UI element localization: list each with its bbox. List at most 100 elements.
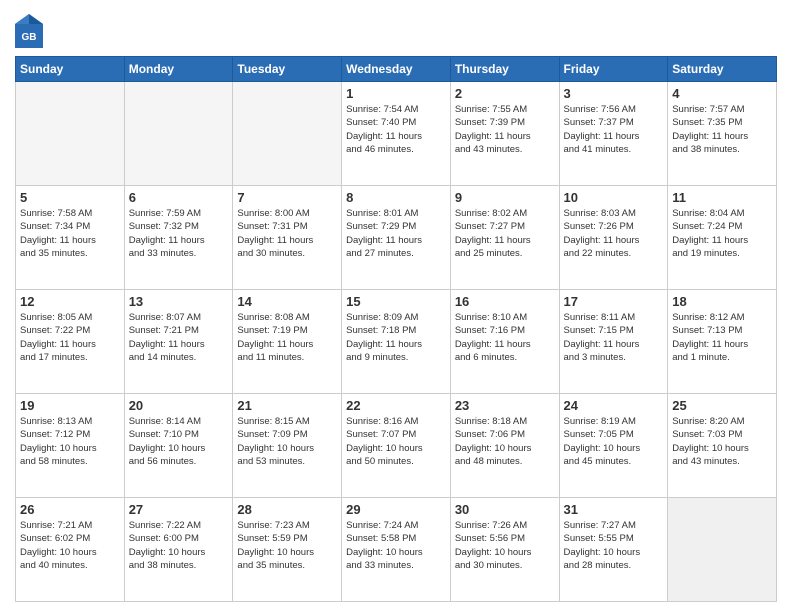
- day-cell: 22 Sunrise: 8:16 AM Sunset: 7:07 PM Dayli…: [342, 394, 451, 498]
- day-cell: 30 Sunrise: 7:26 AM Sunset: 5:56 PM Dayli…: [450, 498, 559, 602]
- day-info: Sunrise: 8:00 AM Sunset: 7:31 PM Dayligh…: [237, 207, 337, 260]
- day-number: 16: [455, 294, 555, 309]
- day-cell: 20Sunrise: 8:14 AM Sunset: 7:10 PM Dayli…: [124, 394, 233, 498]
- day-info: Sunrise: 7:22 AM Sunset: 6:00 PM Dayligh…: [129, 519, 229, 572]
- day-info: Sunrise: 8:15 AM Sunset: 7:09 PM Dayligh…: [237, 415, 337, 468]
- day-cell: 23 Sunrise: 8:18 AM Sunset: 7:06 PM Dayli…: [450, 394, 559, 498]
- weekday-header-row: SundayMondayTuesdayWednesdayThursdayFrid…: [16, 57, 777, 82]
- day-info: Sunrise: 8:05 AM Sunset: 7:22 PM Dayligh…: [20, 311, 120, 364]
- day-number: 17: [564, 294, 664, 309]
- day-info: Sunrise: 8:18 AM Sunset: 7:06 PM Dayligh…: [455, 415, 555, 468]
- week-row-2: 5 Sunrise: 7:58 AM Sunset: 7:34 PM Daylig…: [16, 186, 777, 290]
- weekday-header-tuesday: Tuesday: [233, 57, 342, 82]
- day-number: 8: [346, 190, 446, 205]
- day-number: 6: [129, 190, 229, 205]
- day-number: 30: [455, 502, 555, 517]
- day-cell: 3 Sunrise: 7:56 AM Sunset: 7:37 PM Daylig…: [559, 82, 668, 186]
- logo: GB: [15, 14, 43, 48]
- day-info: Sunrise: 7:56 AM Sunset: 7:37 PM Dayligh…: [564, 103, 664, 156]
- week-row-1: 1Sunrise: 7:54 AM Sunset: 7:40 PM Daylig…: [16, 82, 777, 186]
- day-cell: 27 Sunrise: 7:22 AM Sunset: 6:00 PM Dayli…: [124, 498, 233, 602]
- day-cell: 13Sunrise: 8:07 AM Sunset: 7:21 PM Dayli…: [124, 290, 233, 394]
- day-number: 14: [237, 294, 337, 309]
- day-info: Sunrise: 8:09 AM Sunset: 7:18 PM Dayligh…: [346, 311, 446, 364]
- day-info: Sunrise: 8:10 AM Sunset: 7:16 PM Dayligh…: [455, 311, 555, 364]
- day-number: 7: [237, 190, 337, 205]
- day-number: 26: [20, 502, 120, 517]
- day-number: 4: [672, 86, 772, 101]
- day-cell: 18Sunrise: 8:12 AM Sunset: 7:13 PM Dayli…: [668, 290, 777, 394]
- day-cell: 8 Sunrise: 8:01 AM Sunset: 7:29 PM Daylig…: [342, 186, 451, 290]
- day-cell: 2Sunrise: 7:55 AM Sunset: 7:39 PM Daylig…: [450, 82, 559, 186]
- day-cell: 21 Sunrise: 8:15 AM Sunset: 7:09 PM Dayli…: [233, 394, 342, 498]
- day-number: 5: [20, 190, 120, 205]
- day-cell: 9 Sunrise: 8:02 AM Sunset: 7:27 PM Daylig…: [450, 186, 559, 290]
- day-cell: 25 Sunrise: 8:20 AM Sunset: 7:03 PM Dayli…: [668, 394, 777, 498]
- day-info: Sunrise: 7:57 AM Sunset: 7:35 PM Dayligh…: [672, 103, 772, 156]
- day-cell: 26 Sunrise: 7:21 AM Sunset: 6:02 PM Dayli…: [16, 498, 125, 602]
- day-number: 2: [455, 86, 555, 101]
- day-number: 23: [455, 398, 555, 413]
- day-cell: 14 Sunrise: 8:08 AM Sunset: 7:19 PM Dayli…: [233, 290, 342, 394]
- day-number: 10: [564, 190, 664, 205]
- day-number: 13: [129, 294, 229, 309]
- day-info: Sunrise: 8:12 AM Sunset: 7:13 PM Dayligh…: [672, 311, 772, 364]
- day-info: Sunrise: 7:26 AM Sunset: 5:56 PM Dayligh…: [455, 519, 555, 572]
- day-number: 1: [346, 86, 446, 101]
- day-number: 21: [237, 398, 337, 413]
- day-cell: 17 Sunrise: 8:11 AM Sunset: 7:15 PM Dayli…: [559, 290, 668, 394]
- day-cell: 29Sunrise: 7:24 AM Sunset: 5:58 PM Dayli…: [342, 498, 451, 602]
- week-row-3: 12 Sunrise: 8:05 AM Sunset: 7:22 PM Dayli…: [16, 290, 777, 394]
- day-cell: [668, 498, 777, 602]
- day-info: Sunrise: 8:16 AM Sunset: 7:07 PM Dayligh…: [346, 415, 446, 468]
- day-number: 28: [237, 502, 337, 517]
- day-cell: 24 Sunrise: 8:19 AM Sunset: 7:05 PM Dayli…: [559, 394, 668, 498]
- day-info: Sunrise: 7:58 AM Sunset: 7:34 PM Dayligh…: [20, 207, 120, 260]
- day-cell: 12 Sunrise: 8:05 AM Sunset: 7:22 PM Dayli…: [16, 290, 125, 394]
- header: GB: [15, 10, 777, 48]
- day-info: Sunrise: 8:19 AM Sunset: 7:05 PM Dayligh…: [564, 415, 664, 468]
- day-info: Sunrise: 7:23 AM Sunset: 5:59 PM Dayligh…: [237, 519, 337, 572]
- svg-text:GB: GB: [22, 32, 37, 43]
- day-info: Sunrise: 8:11 AM Sunset: 7:15 PM Dayligh…: [564, 311, 664, 364]
- weekday-header-sunday: Sunday: [16, 57, 125, 82]
- day-info: Sunrise: 7:27 AM Sunset: 5:55 PM Dayligh…: [564, 519, 664, 572]
- day-cell: 11Sunrise: 8:04 AM Sunset: 7:24 PM Dayli…: [668, 186, 777, 290]
- page: GB SundayMondayTuesdayWednesdayThursdayF…: [0, 0, 792, 612]
- day-info: Sunrise: 8:13 AM Sunset: 7:12 PM Dayligh…: [20, 415, 120, 468]
- day-cell: [124, 82, 233, 186]
- logo-icon: GB: [15, 14, 43, 48]
- day-cell: [233, 82, 342, 186]
- day-number: 9: [455, 190, 555, 205]
- day-number: 24: [564, 398, 664, 413]
- day-cell: 10 Sunrise: 8:03 AM Sunset: 7:26 PM Dayli…: [559, 186, 668, 290]
- day-cell: 1Sunrise: 7:54 AM Sunset: 7:40 PM Daylig…: [342, 82, 451, 186]
- day-number: 31: [564, 502, 664, 517]
- weekday-header-monday: Monday: [124, 57, 233, 82]
- day-cell: 5 Sunrise: 7:58 AM Sunset: 7:34 PM Daylig…: [16, 186, 125, 290]
- day-cell: [16, 82, 125, 186]
- weekday-header-saturday: Saturday: [668, 57, 777, 82]
- day-number: 12: [20, 294, 120, 309]
- day-info: Sunrise: 8:03 AM Sunset: 7:26 PM Dayligh…: [564, 207, 664, 260]
- day-info: Sunrise: 7:59 AM Sunset: 7:32 PM Dayligh…: [129, 207, 229, 260]
- day-number: 27: [129, 502, 229, 517]
- day-number: 3: [564, 86, 664, 101]
- day-info: Sunrise: 7:21 AM Sunset: 6:02 PM Dayligh…: [20, 519, 120, 572]
- weekday-header-friday: Friday: [559, 57, 668, 82]
- day-info: Sunrise: 8:01 AM Sunset: 7:29 PM Dayligh…: [346, 207, 446, 260]
- day-number: 20: [129, 398, 229, 413]
- calendar: SundayMondayTuesdayWednesdayThursdayFrid…: [15, 56, 777, 602]
- day-info: Sunrise: 8:20 AM Sunset: 7:03 PM Dayligh…: [672, 415, 772, 468]
- day-number: 29: [346, 502, 446, 517]
- week-row-4: 19Sunrise: 8:13 AM Sunset: 7:12 PM Dayli…: [16, 394, 777, 498]
- day-number: 22: [346, 398, 446, 413]
- day-info: Sunrise: 8:08 AM Sunset: 7:19 PM Dayligh…: [237, 311, 337, 364]
- day-cell: 16 Sunrise: 8:10 AM Sunset: 7:16 PM Dayli…: [450, 290, 559, 394]
- day-number: 25: [672, 398, 772, 413]
- day-cell: 15Sunrise: 8:09 AM Sunset: 7:18 PM Dayli…: [342, 290, 451, 394]
- day-cell: 19Sunrise: 8:13 AM Sunset: 7:12 PM Dayli…: [16, 394, 125, 498]
- day-cell: 28 Sunrise: 7:23 AM Sunset: 5:59 PM Dayli…: [233, 498, 342, 602]
- day-info: Sunrise: 8:04 AM Sunset: 7:24 PM Dayligh…: [672, 207, 772, 260]
- day-info: Sunrise: 8:02 AM Sunset: 7:27 PM Dayligh…: [455, 207, 555, 260]
